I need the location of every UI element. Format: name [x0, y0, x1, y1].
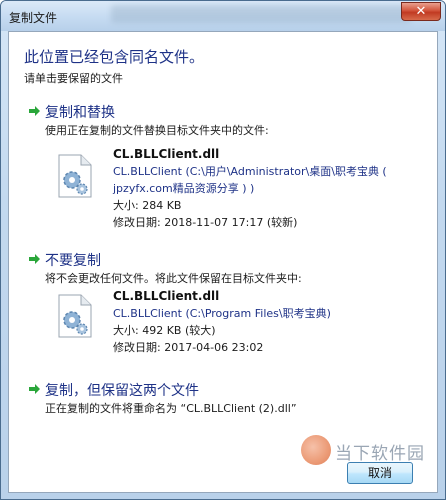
option-title: 不要复制	[45, 253, 101, 269]
dialog-content: 此位置已经包含同名文件。 请单击要保留的文件 复制和替换 使用正在复制的文件替换…	[8, 31, 438, 493]
close-button[interactable]: ✕	[401, 2, 441, 21]
dll-file-icon	[58, 154, 92, 198]
green-arrow-icon	[29, 106, 40, 116]
file-modified-date: 修改日期: 2018-11-07 17:17 (较新)	[113, 216, 298, 229]
option-title: 复制和替换	[45, 105, 115, 121]
file-path: CL.BLLClient (C:\Program Files\职考宝典)	[113, 307, 331, 320]
cancel-button[interactable]: 取消	[347, 462, 413, 484]
title-bar[interactable]: 复制文件 ✕	[1, 1, 445, 31]
option-description: 将不会更改任何文件。将此文件保留在目标文件夹中:	[45, 272, 302, 285]
dll-file-icon	[58, 294, 92, 338]
watermark-text: 当下软件园	[335, 444, 425, 464]
file-size: 大小: 492 KB (较大)	[113, 324, 216, 337]
dialog-subheader: 请单击要保留的文件	[24, 72, 123, 85]
file-size: 大小: 284 KB	[113, 199, 182, 212]
option-copy-replace[interactable]: 复制和替换 使用正在复制的文件替换目标文件夹中的文件: CL.BLLClient…	[29, 102, 429, 232]
dialog-window: 复制文件 ✕ 此位置已经包含同名文件。 请单击要保留的文件 复制和替换 使用正在…	[0, 0, 446, 500]
green-arrow-icon	[29, 254, 40, 264]
file-details: CL.BLLClient.dll CL.BLLClient (C:\用户\Adm…	[113, 146, 387, 231]
option-keep-both[interactable]: 复制，但保留这两个文件 正在复制的文件将重命名为 “CL.BLLClient (…	[29, 380, 429, 420]
file-name: CL.BLLClient.dll	[113, 147, 220, 161]
green-arrow-icon	[29, 384, 40, 394]
option-description: 使用正在复制的文件替换目标文件夹中的文件:	[45, 124, 269, 137]
file-path-continued: jpzyfx.com精品资源分享 ) )	[113, 182, 255, 195]
file-name: CL.BLLClient.dll	[113, 289, 220, 303]
blurred-background	[111, 5, 411, 23]
watermark-logo-icon	[301, 435, 331, 465]
option-description: 正在复制的文件将重命名为 “CL.BLLClient (2).dll”	[45, 402, 297, 415]
option-title: 复制，但保留这两个文件	[45, 383, 199, 399]
file-details: CL.BLLClient.dll CL.BLLClient (C:\Progra…	[113, 288, 331, 356]
window-title: 复制文件	[9, 11, 58, 25]
file-modified-date: 修改日期: 2017-04-06 23:02	[113, 341, 264, 354]
option-dont-copy[interactable]: 不要复制 将不会更改任何文件。将此文件保留在目标文件夹中: CL.BLLClie…	[29, 250, 429, 360]
dialog-header: 此位置已经包含同名文件。	[24, 48, 205, 66]
file-path: CL.BLLClient (C:\用户\Administrator\桌面\职考宝…	[113, 165, 387, 178]
